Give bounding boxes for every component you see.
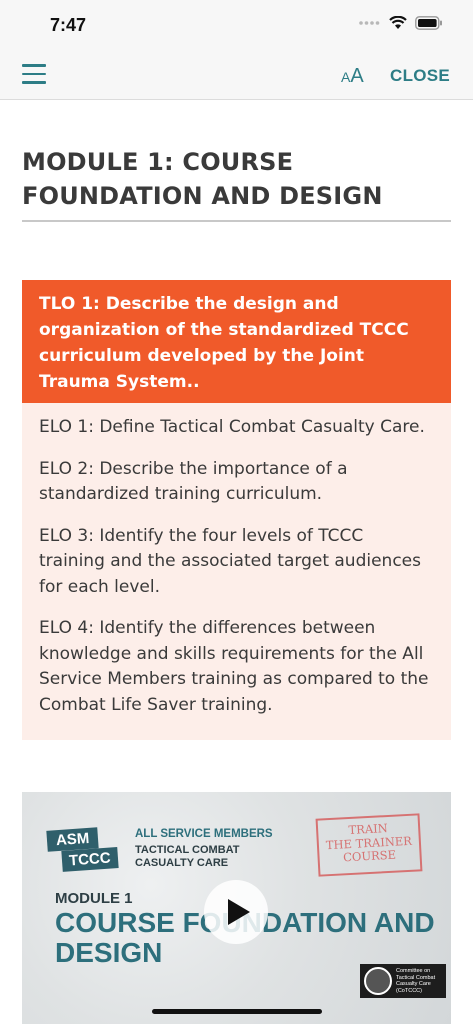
video-module-label: MODULE 1	[55, 890, 133, 907]
status-icons	[359, 16, 443, 30]
list-item: ELO 1: Define Tactical Combat Casualty C…	[39, 417, 425, 437]
list-item: ELO 3: Identify the four levels of TCCC …	[39, 525, 421, 597]
elo-list: ELO 1: Define Tactical Combat Casualty C…	[22, 403, 451, 740]
cotccc-logo: Committee on Tactical Combat Casualty Ca…	[360, 964, 446, 998]
battery-icon	[415, 16, 442, 30]
nav-bar: AA CLOSE	[0, 50, 473, 100]
font-size-large-glyph: A	[350, 65, 364, 87]
home-indicator	[152, 1009, 322, 1014]
hamburger-icon-line	[22, 72, 46, 75]
hamburger-icon-line	[22, 81, 46, 84]
wifi-icon	[389, 16, 407, 29]
menu-button[interactable]	[22, 64, 46, 86]
font-size-button[interactable]: AA	[341, 65, 364, 88]
seal-icon	[364, 967, 392, 995]
video-player[interactable]: ASM TCCC ALL SERVICE MEMBERS TACTICAL CO…	[22, 792, 451, 1024]
play-icon	[228, 899, 250, 925]
font-size-small-glyph: A	[341, 69, 351, 85]
close-button[interactable]: CLOSE	[390, 66, 450, 86]
list-item: ELO 2: Describe the importance of a stan…	[39, 458, 348, 505]
title-divider	[22, 220, 451, 222]
play-button[interactable]	[204, 880, 268, 944]
tlo-header: TLO 1: Describe the design and organizat…	[22, 280, 451, 405]
page-title: MODULE 1: COURSE FOUNDATION AND DESIGN	[22, 148, 383, 210]
status-bar: 7:47	[0, 0, 473, 50]
signal-icon	[359, 21, 380, 25]
train-the-trainer-stamp: TRAIN THE TRAINER COURSE	[315, 813, 423, 877]
status-time: 7:47	[50, 15, 87, 35]
cotccc-logo-text: Committee on Tactical Combat Casualty Ca…	[396, 968, 436, 994]
tccc-badge: TCCC	[61, 847, 119, 872]
hamburger-icon	[22, 64, 46, 67]
list-item: ELO 4: Identify the differences between …	[39, 618, 429, 715]
audience-subtitle: TACTICAL COMBAT CASUALTY CARE	[135, 844, 240, 869]
audience-title: ALL SERVICE MEMBERS	[135, 828, 273, 840]
